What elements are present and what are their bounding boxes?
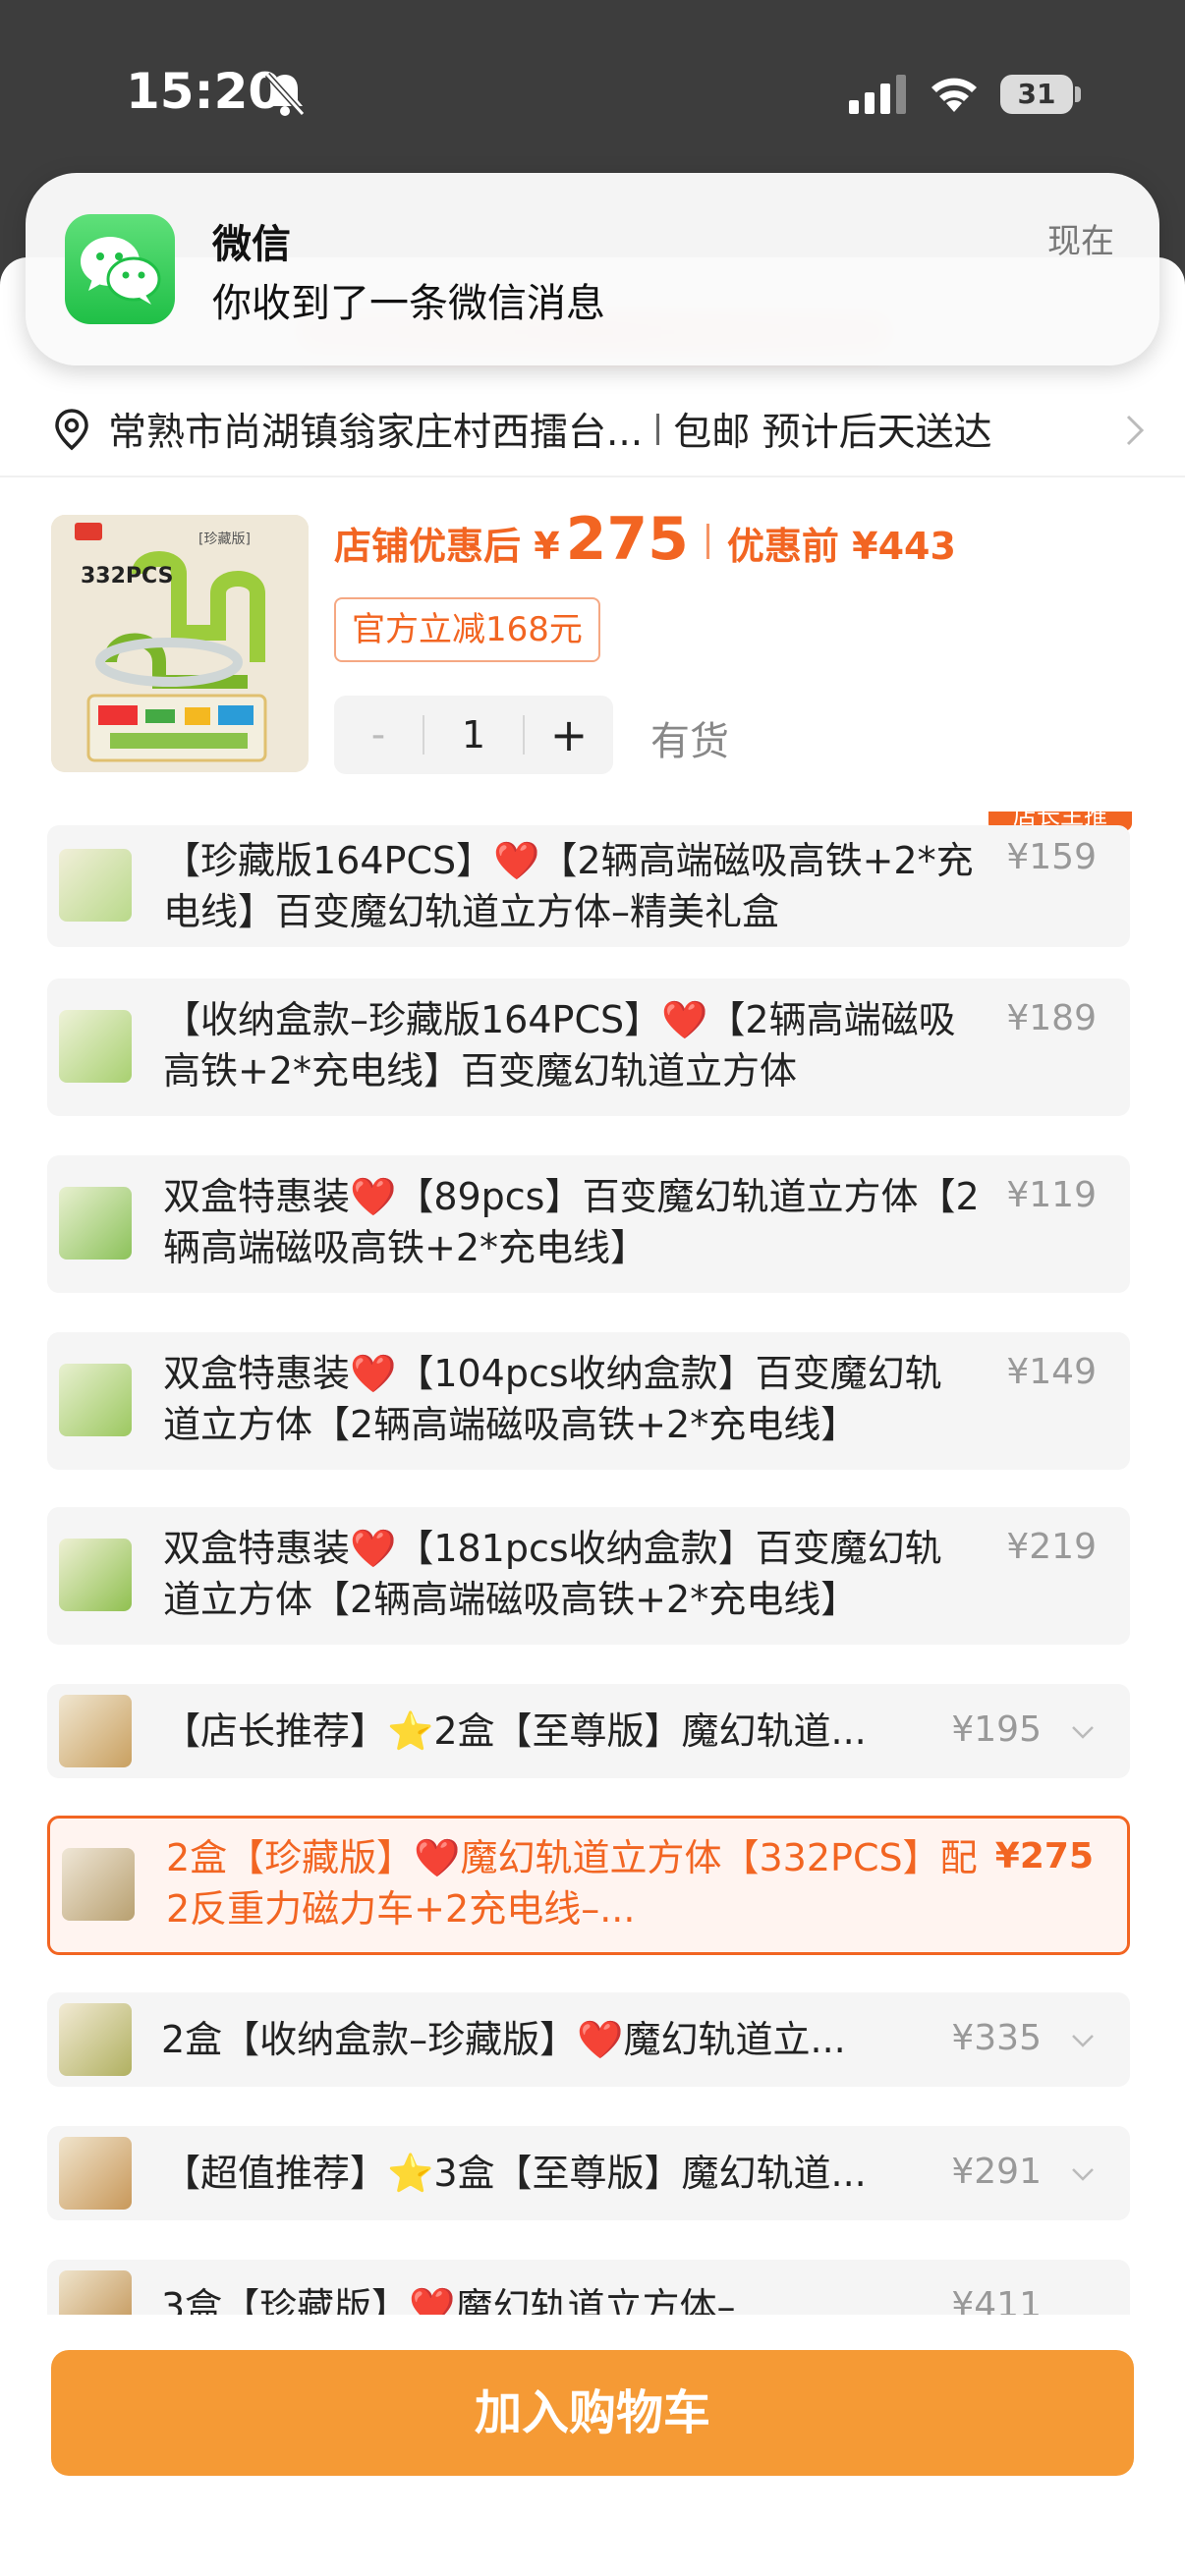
cellular-signal-icon [849,75,906,114]
status-time: 15:20 [126,63,283,120]
product-image-brand: [珍藏版] [198,532,251,547]
option-thumbnail [59,2003,132,2076]
quantity-minus-button[interactable]: - [334,712,423,757]
battery-tip [1075,86,1081,102]
quantity-plus-button[interactable]: + [525,708,613,761]
sku-option[interactable]: 3盒【珍藏版】❤️魔幻轨道立方体– ¥411 [47,2260,1130,2315]
option-price: ¥219 [1006,1527,1097,1567]
option-name: 3盒【珍藏版】❤️魔幻轨道立方体– [161,2285,736,2315]
battery-indicator: 31 [1000,75,1073,114]
option-name: 2盒【收纳盒款–珍藏版】❤️魔幻轨道立... [161,2018,846,2061]
option-name: 【超值推荐】⭐3盒【至尊版】魔幻轨道... [163,2152,867,2195]
delivery-address-row[interactable]: 常熟市尚湖镇翁家庄村西擂台... 包邮 预计后天送达 [0,383,1185,477]
quantity-input[interactable]: 1 [424,713,523,756]
option-price: ¥149 [1006,1352,1097,1392]
product-summary: [珍藏版] 332PCS 店铺优惠后 ¥ 275 优惠前 ¥443 官方立减16… [0,477,1185,812]
option-thumbnail [59,1695,132,1767]
sku-option-list[interactable]: 店长主推 【珍藏版164PCS】❤️【2辆高端磁吸高铁+2*充电线】百变魔幻轨道… [0,812,1185,2315]
option-name: 2盒【珍藏版】❤️魔幻轨道立方体【332PCS】配2反重力磁力车+2充电线–..… [166,1836,978,1931]
add-to-cart-button[interactable]: 加入购物车 [51,2350,1134,2476]
wifi-icon [931,78,977,112]
location-pin-icon [55,409,88,451]
wechat-app-icon [65,214,175,324]
option-name: 【店长推荐】⭐2盒【至尊版】魔幻轨道... [163,1709,867,1753]
chevron-down-icon [1072,2035,1094,2047]
option-thumbnail [59,2137,132,2210]
price-line: 店铺优惠后 ¥ 275 优惠前 ¥443 [334,505,956,574]
price-after-label: 店铺优惠后 ¥ [334,525,560,568]
option-price: ¥275 [994,1836,1094,1876]
option-price: ¥119 [1006,1175,1097,1215]
option-price: ¥159 [1006,837,1097,877]
chevron-right-icon [1126,415,1145,446]
price-after-value: 275 [565,505,689,574]
notification-time: 现在 [1047,222,1114,261]
option-name: 双盒特惠装❤️【181pcs收纳盒款】百变魔幻轨道立方体【2辆高端磁吸高铁+2*… [163,1527,942,1621]
address-text: 常熟市尚湖镇翁家庄村西擂台... [108,411,644,455]
sku-option[interactable]: 2盒【收纳盒款–珍藏版】❤️魔幻轨道立... ¥335 [47,1992,1130,2087]
option-price: ¥411 [951,2285,1042,2315]
shipping-info: 包邮 预计后天送达 [673,411,992,455]
option-thumbnail [62,1848,135,1921]
price-before: 优惠前 ¥443 [726,525,956,568]
stock-status: 有货 [650,719,729,764]
sku-option[interactable]: 双盒特惠装❤️【89pcs】百变魔幻轨道立方体【2辆高端磁吸高铁+2*充电线】 … [47,1155,1130,1293]
option-thumbnail [59,849,132,922]
status-bar: 15:20 31 [0,0,1185,187]
address-separator [656,414,660,445]
option-thumbnail [59,1187,132,1260]
sku-option[interactable]: 双盒特惠装❤️【104pcs收纳盒款】百变魔幻轨道立方体【2辆高端磁吸高铁+2*… [47,1332,1130,1470]
option-thumbnail [59,1539,132,1611]
sku-option[interactable]: 【珍藏版164PCS】❤️【2辆高端磁吸高铁+2*充电线】百变魔幻轨道立方体–精… [47,825,1130,947]
product-image[interactable]: [珍藏版] 332PCS [51,515,309,772]
option-thumbnail [59,1010,132,1083]
sku-option[interactable]: 【店长推荐】⭐2盒【至尊版】魔幻轨道... ¥195 [47,1684,1130,1778]
bell-muted-icon [264,72,306,117]
discount-tag: 官方立减168元 [334,597,600,662]
sku-option[interactable]: 【收纳盒款–珍藏版164PCS】❤️【2辆高端磁吸高铁+2*充电线】百变魔幻轨道… [47,979,1130,1116]
option-name: 【收纳盒款–珍藏版164PCS】❤️【2辆高端磁吸高铁+2*充电线】百变魔幻轨道… [163,998,956,1092]
option-price: ¥189 [1006,998,1097,1038]
sku-option-selected[interactable]: 2盒【珍藏版】❤️魔幻轨道立方体【332PCS】配2反重力磁力车+2充电线–..… [47,1816,1130,1955]
option-name: 双盒特惠装❤️【104pcs收纳盒款】百变魔幻轨道立方体【2辆高端磁吸高铁+2*… [163,1352,942,1446]
notification-app-name: 微信 [212,222,291,267]
sku-option[interactable]: 【超值推荐】⭐3盒【至尊版】魔幻轨道... ¥291 [47,2126,1130,2220]
option-thumbnail [59,1364,132,1436]
option-price: ¥291 [951,2152,1042,2192]
option-price: ¥335 [951,2018,1042,2058]
product-image-badge: 332PCS [81,564,174,588]
option-price: ¥195 [951,1709,1042,1750]
sku-option[interactable]: 双盒特惠装❤️【181pcs收纳盒款】百变魔幻轨道立方体【2辆高端磁吸高铁+2*… [47,1507,1130,1645]
chevron-down-icon [1072,1726,1094,1739]
option-name: 【珍藏版164PCS】❤️【2辆高端磁吸高铁+2*充电线】百变魔幻轨道立方体–精… [163,839,974,933]
option-name: 双盒特惠装❤️【89pcs】百变魔幻轨道立方体【2辆高端磁吸高铁+2*充电线】 [163,1175,980,1269]
quantity-stepper: - 1 + [334,696,613,774]
bottom-action-bar: 加入购物车 [0,2315,1185,2576]
option-thumbnail [59,2270,132,2315]
notification-message: 你收到了一条微信消息 [212,281,605,326]
wechat-notification[interactable]: 微信 你收到了一条微信消息 现在 [26,173,1159,365]
chevron-down-icon [1072,2168,1094,2181]
price-separator [705,524,709,559]
